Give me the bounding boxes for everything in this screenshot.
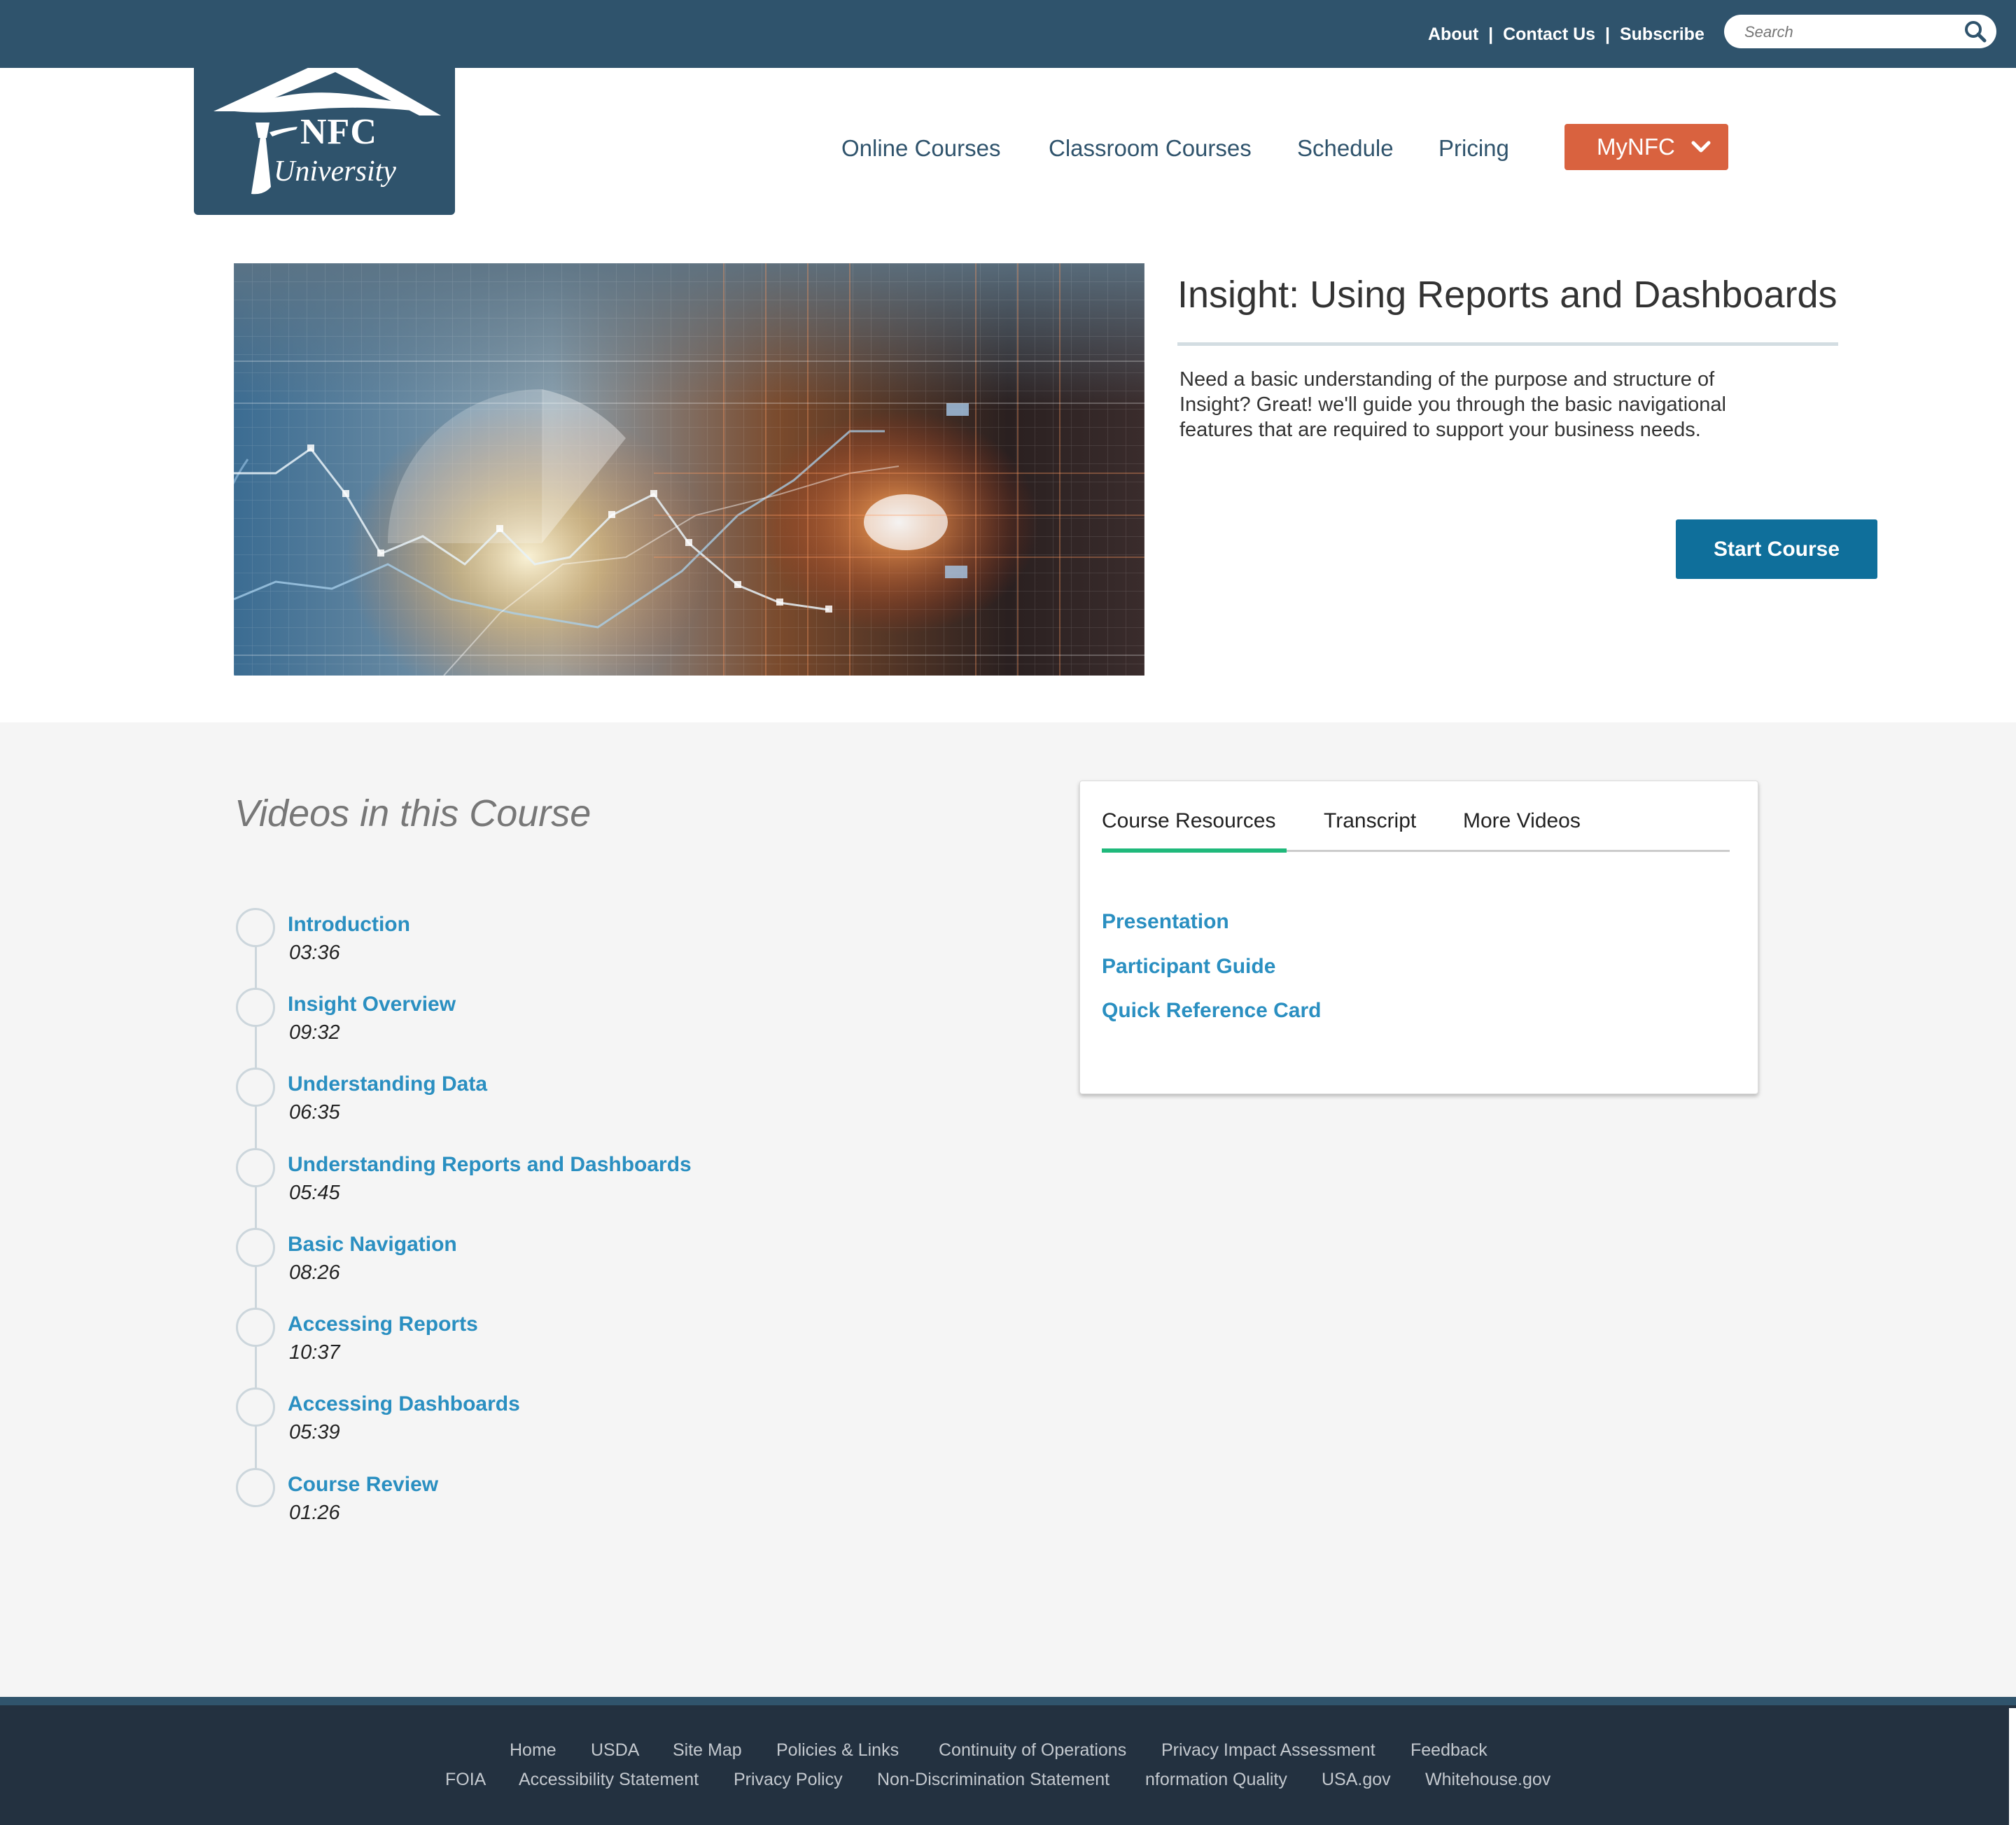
footer: Home USDA Site Map Policies & Links Cont… [0, 1705, 2016, 1825]
mynfc-label: MyNFC [1597, 134, 1675, 160]
about-link[interactable]: About [1428, 25, 1478, 44]
course-hero-image [234, 263, 1144, 676]
course-description: Need a basic understanding of the purpos… [1180, 368, 1726, 441]
timeline-marker [236, 1148, 275, 1187]
resource-link-quick-reference-card[interactable]: Quick Reference Card [1102, 997, 1321, 1025]
video-item: Accessing Dashboards 05:39 [0, 1387, 980, 1457]
active-tab-indicator [1102, 848, 1287, 853]
footer-link-accessibility[interactable]: Accessibility Statement [519, 1767, 699, 1792]
nav-pricing[interactable]: Pricing [1438, 131, 1509, 166]
video-duration: 05:45 [289, 1182, 340, 1204]
video-link[interactable]: Accessing Dashboards [288, 1390, 520, 1418]
logo-nfc-text: NFC [300, 112, 377, 152]
video-duration: 09:32 [289, 1021, 340, 1044]
tab-course-resources[interactable]: Course Resources [1102, 806, 1275, 836]
utility-links: About | Contact Us | Subscribe [1428, 21, 1708, 48]
timeline-marker [236, 1308, 275, 1347]
link-separator: | [1488, 25, 1494, 44]
course-title: Insight: Using Reports and Dashboards [1177, 274, 1837, 316]
search-box [1724, 15, 1996, 48]
nav-online-courses[interactable]: Online Courses [841, 131, 1000, 166]
footer-link-whitehouse[interactable]: Whitehouse.gov [1425, 1767, 1550, 1792]
footer-link-home[interactable]: Home [510, 1737, 556, 1763]
nav-classroom-courses[interactable]: Classroom Courses [1049, 131, 1252, 166]
footer-link-feedback[interactable]: Feedback [1410, 1737, 1488, 1763]
video-duration: 08:26 [289, 1261, 340, 1284]
footer-link-continuity[interactable]: Continuity of Operations [939, 1737, 1126, 1763]
chevron-down-icon [1691, 141, 1711, 153]
footer-link-privacy-policy[interactable]: Privacy Policy [734, 1767, 843, 1792]
logo-university-text: University [274, 155, 396, 188]
video-item: Course Review 01:26 [0, 1468, 980, 1538]
site-logo[interactable]: NFC University [194, 68, 455, 215]
resource-link-presentation[interactable]: Presentation [1102, 908, 1229, 936]
timeline-marker [236, 1468, 275, 1507]
search-input[interactable] [1743, 20, 1949, 44]
link-separator: | [1605, 25, 1611, 44]
video-duration: 05:39 [289, 1421, 340, 1443]
contact-us-link[interactable]: Contact Us [1503, 25, 1595, 44]
start-course-button[interactable]: Start Course [1676, 519, 1877, 579]
footer-link-policies[interactable]: Policies & Links [776, 1737, 899, 1763]
footer-link-non-discrimination[interactable]: Non-Discrimination Statement [877, 1767, 1110, 1792]
video-link[interactable]: Understanding Reports and Dashboards [288, 1151, 692, 1179]
mynfc-dropdown-button[interactable]: MyNFC [1564, 124, 1728, 170]
timeline-marker [236, 1387, 275, 1427]
hero-illustration [234, 263, 1144, 676]
video-link[interactable]: Accessing Reports [288, 1310, 478, 1338]
video-item: Introduction 03:36 [0, 908, 980, 978]
timeline-marker [236, 1068, 275, 1107]
video-item: Understanding Reports and Dashboards 05:… [0, 1148, 980, 1218]
videos-heading: Videos in this Course [234, 792, 592, 834]
footer-edge [2009, 1708, 2016, 1825]
timeline-marker [236, 908, 275, 947]
footer-link-usa-gov[interactable]: USA.gov [1322, 1767, 1391, 1792]
footer-link-foia[interactable]: FOIA [445, 1767, 486, 1792]
tab-more-videos[interactable]: More Videos [1463, 806, 1581, 836]
timeline-marker [236, 988, 275, 1027]
video-duration: 03:36 [289, 942, 340, 964]
video-link[interactable]: Understanding Data [288, 1070, 487, 1098]
footer-link-privacy-impact[interactable]: Privacy Impact Assessment [1161, 1737, 1376, 1763]
tab-transcript[interactable]: Transcript [1324, 806, 1416, 836]
search-icon[interactable] [1963, 19, 1988, 44]
timeline-marker [236, 1228, 275, 1267]
video-item: Basic Navigation 08:26 [0, 1228, 980, 1298]
footer-link-usda[interactable]: USDA [591, 1737, 639, 1763]
footer-top-border [0, 1697, 2016, 1705]
video-duration: 10:37 [289, 1341, 340, 1364]
subscribe-link[interactable]: Subscribe [1620, 25, 1704, 44]
title-divider [1177, 342, 1838, 346]
video-link[interactable]: Basic Navigation [288, 1231, 457, 1259]
resource-link-participant-guide[interactable]: Participant Guide [1102, 953, 1275, 981]
nav-schedule[interactable]: Schedule [1297, 131, 1394, 166]
video-link[interactable]: Insight Overview [288, 991, 456, 1019]
footer-link-information-quality[interactable]: nformation Quality [1145, 1767, 1287, 1792]
video-link[interactable]: Course Review [288, 1471, 438, 1499]
video-item: Insight Overview 09:32 [0, 988, 980, 1058]
video-item: Understanding Data 06:35 [0, 1068, 980, 1138]
video-link[interactable]: Introduction [288, 911, 410, 939]
resources-card: Course Resources Transcript More Videos … [1079, 781, 1758, 1094]
video-item: Accessing Reports 10:37 [0, 1308, 980, 1378]
video-duration: 06:35 [289, 1101, 340, 1124]
video-duration: 01:26 [289, 1502, 340, 1524]
footer-link-site-map[interactable]: Site Map [673, 1737, 742, 1763]
top-bar [0, 0, 2016, 68]
